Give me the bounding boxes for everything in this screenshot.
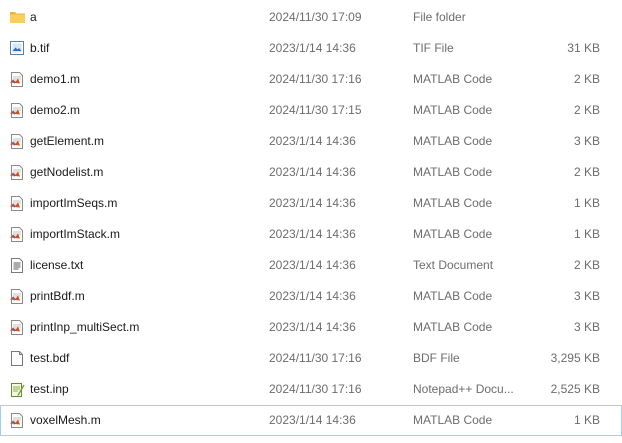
- file-row[interactable]: test.bdf 2024/11/30 17:16 BDF File 3,295…: [0, 343, 622, 374]
- file-date: 2024/11/30 17:16: [269, 72, 362, 86]
- matlab-file-icon: [9, 65, 27, 94]
- file-date: 2023/1/14 14:36: [269, 41, 356, 55]
- file-date: 2024/11/30 17:15: [269, 103, 362, 117]
- file-row[interactable]: a 2024/11/30 17:09 File folder: [0, 2, 622, 33]
- file-name: demo2.m: [30, 103, 81, 117]
- file-type: MATLAB Code: [413, 227, 493, 241]
- file-name: getElement.m: [30, 134, 105, 148]
- file-list: a 2024/11/30 17:09 File folder b.tif 202…: [0, 2, 622, 436]
- file-row[interactable]: printBdf.m 2023/1/14 14:36 MATLAB Code 3…: [0, 281, 622, 312]
- file-size: 3 KB: [573, 320, 600, 334]
- file-type: MATLAB Code: [413, 165, 493, 179]
- file-row[interactable]: license.txt 2023/1/14 14:36 Text Documen…: [0, 250, 622, 281]
- file-name: b.tif: [30, 41, 50, 55]
- file-row[interactable]: getElement.m 2023/1/14 14:36 MATLAB Code…: [0, 126, 622, 157]
- file-type: Text Document: [413, 258, 494, 272]
- file-date: 2023/1/14 14:36: [269, 165, 356, 179]
- file-name: license.txt: [30, 258, 84, 272]
- file-size: 3 KB: [573, 134, 600, 148]
- file-type: MATLAB Code: [413, 196, 493, 210]
- file-date: 2023/1/14 14:36: [269, 258, 356, 272]
- file-size: 3,295 KB: [550, 351, 600, 365]
- file-row[interactable]: b.tif 2023/1/14 14:36 TIF File 31 KB: [0, 33, 622, 64]
- matlab-file-icon: [9, 189, 27, 218]
- file-date: 2024/11/30 17:16: [269, 351, 362, 365]
- file-size: 1 KB: [573, 413, 600, 427]
- file-size: 1 KB: [573, 196, 600, 210]
- file-name: importImSeqs.m: [30, 196, 118, 210]
- file-date: 2024/11/30 17:09: [269, 10, 362, 24]
- file-size: 2 KB: [573, 165, 600, 179]
- file-row[interactable]: demo1.m 2024/11/30 17:16 MATLAB Code 2 K…: [0, 64, 622, 95]
- file-type: BDF File: [413, 351, 460, 365]
- file-type: MATLAB Code: [413, 289, 493, 303]
- file-date: 2023/1/14 14:36: [269, 289, 356, 303]
- file-row[interactable]: test.inp 2024/11/30 17:16 Notepad++ Docu…: [0, 374, 622, 405]
- file-size: 31 KB: [567, 41, 600, 55]
- file-name: test.bdf: [30, 351, 70, 365]
- file-name: printBdf.m: [30, 289, 85, 303]
- file-date: 2024/11/30 17:16: [269, 382, 362, 396]
- file-name: test.inp: [30, 382, 69, 396]
- file-name: printInp_multiSect.m: [30, 320, 140, 334]
- folder-icon: [9, 3, 27, 32]
- matlab-file-icon: [9, 406, 27, 435]
- image-file-icon: [9, 34, 27, 63]
- file-date: 2023/1/14 14:36: [269, 413, 356, 427]
- file-row[interactable]: importImStack.m 2023/1/14 14:36 MATLAB C…: [0, 219, 622, 250]
- file-size: 2 KB: [573, 72, 600, 86]
- file-type: MATLAB Code: [413, 103, 493, 117]
- file-size: 1 KB: [573, 227, 600, 241]
- blank-file-icon: [9, 344, 27, 373]
- file-size: 3 KB: [573, 289, 600, 303]
- file-size: 2 KB: [573, 103, 600, 117]
- file-date: 2023/1/14 14:36: [269, 196, 356, 210]
- file-name: a: [30, 10, 37, 24]
- file-row[interactable]: getNodelist.m 2023/1/14 14:36 MATLAB Cod…: [0, 157, 622, 188]
- file-type: MATLAB Code: [413, 413, 493, 427]
- file-name: voxelMesh.m: [30, 413, 101, 427]
- matlab-file-icon: [9, 282, 27, 311]
- file-row-selected[interactable]: voxelMesh.m 2023/1/14 14:36 MATLAB Code …: [0, 405, 622, 436]
- file-type: Notepad++ Docu...: [413, 382, 514, 396]
- file-type: MATLAB Code: [413, 72, 493, 86]
- matlab-file-icon: [9, 313, 27, 342]
- matlab-file-icon: [9, 220, 27, 249]
- matlab-file-icon: [9, 158, 27, 187]
- text-file-icon: [9, 251, 27, 280]
- matlab-file-icon: [9, 96, 27, 125]
- file-date: 2023/1/14 14:36: [269, 227, 356, 241]
- file-type: File folder: [413, 10, 466, 24]
- file-name: demo1.m: [30, 72, 81, 86]
- file-row[interactable]: printInp_multiSect.m 2023/1/14 14:36 MAT…: [0, 312, 622, 343]
- file-name: importImStack.m: [30, 227, 121, 241]
- file-name: getNodelist.m: [30, 165, 104, 179]
- matlab-file-icon: [9, 127, 27, 156]
- file-row[interactable]: demo2.m 2024/11/30 17:15 MATLAB Code 2 K…: [0, 95, 622, 126]
- file-type: TIF File: [413, 41, 454, 55]
- file-date: 2023/1/14 14:36: [269, 320, 356, 334]
- notepadpp-file-icon: [9, 375, 27, 404]
- file-size: 2,525 KB: [550, 382, 600, 396]
- file-size: 2 KB: [573, 258, 600, 272]
- file-type: MATLAB Code: [413, 134, 493, 148]
- file-type: MATLAB Code: [413, 320, 493, 334]
- file-row[interactable]: importImSeqs.m 2023/1/14 14:36 MATLAB Co…: [0, 188, 622, 219]
- file-date: 2023/1/14 14:36: [269, 134, 356, 148]
